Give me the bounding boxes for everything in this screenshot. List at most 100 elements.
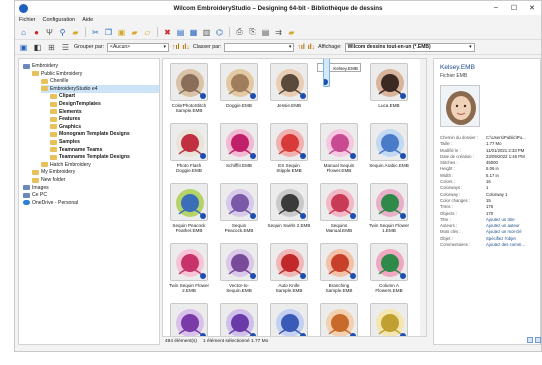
export-icon[interactable]: ▥ bbox=[201, 27, 212, 38]
group-by-select[interactable]: <Aucun> ▾ bbox=[107, 42, 170, 52]
menu-configuration[interactable]: Configuration bbox=[43, 17, 76, 23]
details-view-icon[interactable] bbox=[527, 337, 533, 343]
design-thumbnail[interactable]: Doggie.EMB bbox=[217, 63, 261, 108]
folder-icon bbox=[50, 93, 57, 99]
design-thumbnail[interactable] bbox=[217, 303, 261, 336]
properties-icon[interactable]: ▤ bbox=[175, 27, 186, 38]
delete-icon[interactable]: ✖ bbox=[162, 27, 173, 38]
sort-by-select[interactable]: ▾ bbox=[224, 42, 295, 52]
design-thumbnail[interactable] bbox=[367, 303, 411, 336]
folder-icon bbox=[32, 169, 39, 175]
sequence-icon[interactable]: ⌬ bbox=[214, 27, 225, 38]
design-thumbnail[interactable]: Branching Sample.EMB bbox=[317, 243, 361, 293]
design-thumbnail[interactable]: Sequin Arabic.EMB bbox=[367, 123, 411, 168]
drive-icon bbox=[23, 63, 30, 69]
sort-descending-icon-2[interactable]: ıl↓ bbox=[308, 44, 315, 51]
folder-icon[interactable]: ▰ bbox=[70, 27, 81, 38]
design-thumbnail[interactable]: Twin Sequin Flower 1.EMB bbox=[367, 183, 411, 233]
sort-ascending-icon-2[interactable]: ↑ıl bbox=[297, 44, 304, 51]
menu-file[interactable]: Fichier bbox=[19, 17, 36, 23]
paste-icon[interactable]: ▣ bbox=[116, 27, 127, 38]
design-image bbox=[370, 183, 408, 221]
design-thumbnail[interactable]: ES Sequin Stipple.EMB bbox=[267, 123, 311, 173]
emb-file-icon bbox=[200, 273, 206, 279]
properties-subtitle: Fichier EMB bbox=[440, 73, 468, 79]
tree-item-label: Hatch Embroidery bbox=[50, 161, 91, 168]
design-thumbnail[interactable]: SchiffliI.EMB bbox=[217, 123, 261, 168]
design-thumbnail[interactable]: Twin Sequin Flower 2.EMB bbox=[167, 243, 211, 293]
design-thumbnail[interactable]: Sequins Manual.EMB bbox=[317, 183, 361, 233]
vertical-scrollbar[interactable] bbox=[420, 59, 426, 336]
convert-icon[interactable]: ⇉ bbox=[273, 27, 284, 38]
tree-item-label: Graphics bbox=[59, 123, 82, 130]
tree-item-label: New folder bbox=[41, 177, 66, 183]
properties-list: Chemin du dossier : C:\Users\Public\Pu...… bbox=[440, 135, 542, 248]
toggle-folders-icon[interactable]: ▣ bbox=[18, 42, 29, 53]
sort-descending-icon[interactable]: ıl↓ bbox=[182, 44, 189, 51]
design-thumbnail[interactable]: Sequin Swirls 2.EMB bbox=[267, 183, 311, 228]
wilcom-logo-icon[interactable]: ● bbox=[31, 27, 42, 38]
design-filename: Manual Sequin Flower.EMB bbox=[323, 163, 355, 174]
filter-icon[interactable]: Ψ bbox=[44, 27, 55, 38]
design-image bbox=[270, 123, 308, 161]
design-filename: Sequin Peacock.EMB bbox=[224, 223, 254, 234]
tree-item-label: Samples bbox=[59, 139, 80, 145]
menu-help[interactable]: Aide bbox=[82, 17, 93, 23]
design-thumbnail[interactable] bbox=[317, 303, 361, 336]
design-thumbnail[interactable]: Column A Flowers.EMB bbox=[367, 243, 411, 293]
folder-icon bbox=[50, 101, 57, 107]
display-select[interactable]: Wilcom dessins tout-en-un (*.EMB) ▾ bbox=[344, 42, 475, 52]
design-thumbnail[interactable]: Sequin Peacock Feather.EMB bbox=[167, 183, 211, 233]
new-folder-icon[interactable]: ▱ bbox=[142, 27, 153, 38]
window-title: Wilcom EmbroideryStudio – Designing 64-b… bbox=[173, 4, 383, 12]
list-view-icon[interactable]: ☰ bbox=[60, 42, 71, 53]
design-filename: Luca.EMB bbox=[378, 103, 400, 108]
toggle-preview-icon[interactable]: ◧ bbox=[32, 42, 43, 53]
design-filename: Branching Sample.EMB bbox=[325, 283, 353, 294]
folder-icon bbox=[50, 124, 57, 130]
home-icon[interactable]: ⌂ bbox=[18, 27, 29, 38]
tree-item[interactable]: OneDrive - Personal bbox=[23, 199, 159, 207]
save-icon[interactable]: ▦ bbox=[188, 27, 199, 38]
design-filename: Sequin Peacock Feather.EMB bbox=[172, 223, 206, 234]
open-folder-icon[interactable]: ▰ bbox=[129, 27, 140, 38]
design-thumbnail[interactable]: Kelsey.EMB bbox=[317, 59, 361, 87]
display-label: Affichage: bbox=[318, 44, 342, 50]
design-thumbnail[interactable]: Sequin Peacock.EMB bbox=[217, 183, 261, 233]
sort-ascending-icon[interactable]: ↑ıl bbox=[172, 44, 179, 51]
copy-icon[interactable]: ❐ bbox=[103, 27, 114, 38]
batch-icon[interactable]: ▤ bbox=[260, 27, 271, 38]
thumbnails-view-icon[interactable] bbox=[535, 337, 541, 343]
find-icon[interactable]: ⚲ bbox=[57, 27, 68, 38]
tree-item-label: Images bbox=[32, 184, 49, 191]
tree-item-label: Elements bbox=[59, 108, 82, 115]
folder-icon bbox=[32, 177, 39, 183]
property-row: Commentaires : Ajoutez des comm... bbox=[440, 242, 542, 248]
selection-info: 1 élément sélectionné 1.77 Mo bbox=[203, 338, 269, 344]
design-thumbnail[interactable] bbox=[167, 303, 211, 336]
design-thumbnail[interactable]: Auto Knife Sample.EMB bbox=[267, 243, 311, 293]
design-image bbox=[220, 123, 258, 161]
design-thumbnail[interactable]: Vector-to-Sequin.EMB bbox=[217, 243, 261, 293]
design-image bbox=[270, 243, 308, 281]
design-thumbnail[interactable]: Manual Sequin Flower.EMB bbox=[317, 123, 361, 173]
folder-icon bbox=[50, 139, 57, 145]
property-value[interactable]: Ajoutez des comm... bbox=[486, 242, 542, 248]
design-image bbox=[170, 243, 208, 281]
view-mode-icon[interactable]: ⊞ bbox=[46, 42, 57, 53]
print-icon[interactable]: ⎙ bbox=[234, 27, 245, 38]
design-thumbnail[interactable]: Jessie.EMB bbox=[267, 63, 311, 108]
design-thumbnail[interactable]: ColorPhotoStitch Sample.EMB bbox=[167, 63, 211, 113]
design-thumbnail[interactable]: Photo Flash Doggie.EMB bbox=[167, 123, 211, 173]
emb-file-icon bbox=[300, 153, 306, 159]
design-image bbox=[320, 303, 358, 336]
design-filename: Auto Knife Sample.EMB bbox=[275, 283, 303, 294]
cut-icon[interactable]: ✂ bbox=[90, 27, 101, 38]
open-design-icon[interactable]: ▰ bbox=[286, 27, 297, 38]
emb-file-icon bbox=[300, 273, 306, 279]
design-filename: Twin Sequin Flower 2.EMB bbox=[168, 283, 210, 294]
design-thumbnail[interactable] bbox=[267, 303, 311, 336]
chevron-down-icon: ▾ bbox=[288, 44, 292, 50]
print-preview-icon[interactable]: ⎘ bbox=[247, 27, 258, 38]
design-thumbnail[interactable]: Luca.EMB bbox=[367, 63, 411, 108]
